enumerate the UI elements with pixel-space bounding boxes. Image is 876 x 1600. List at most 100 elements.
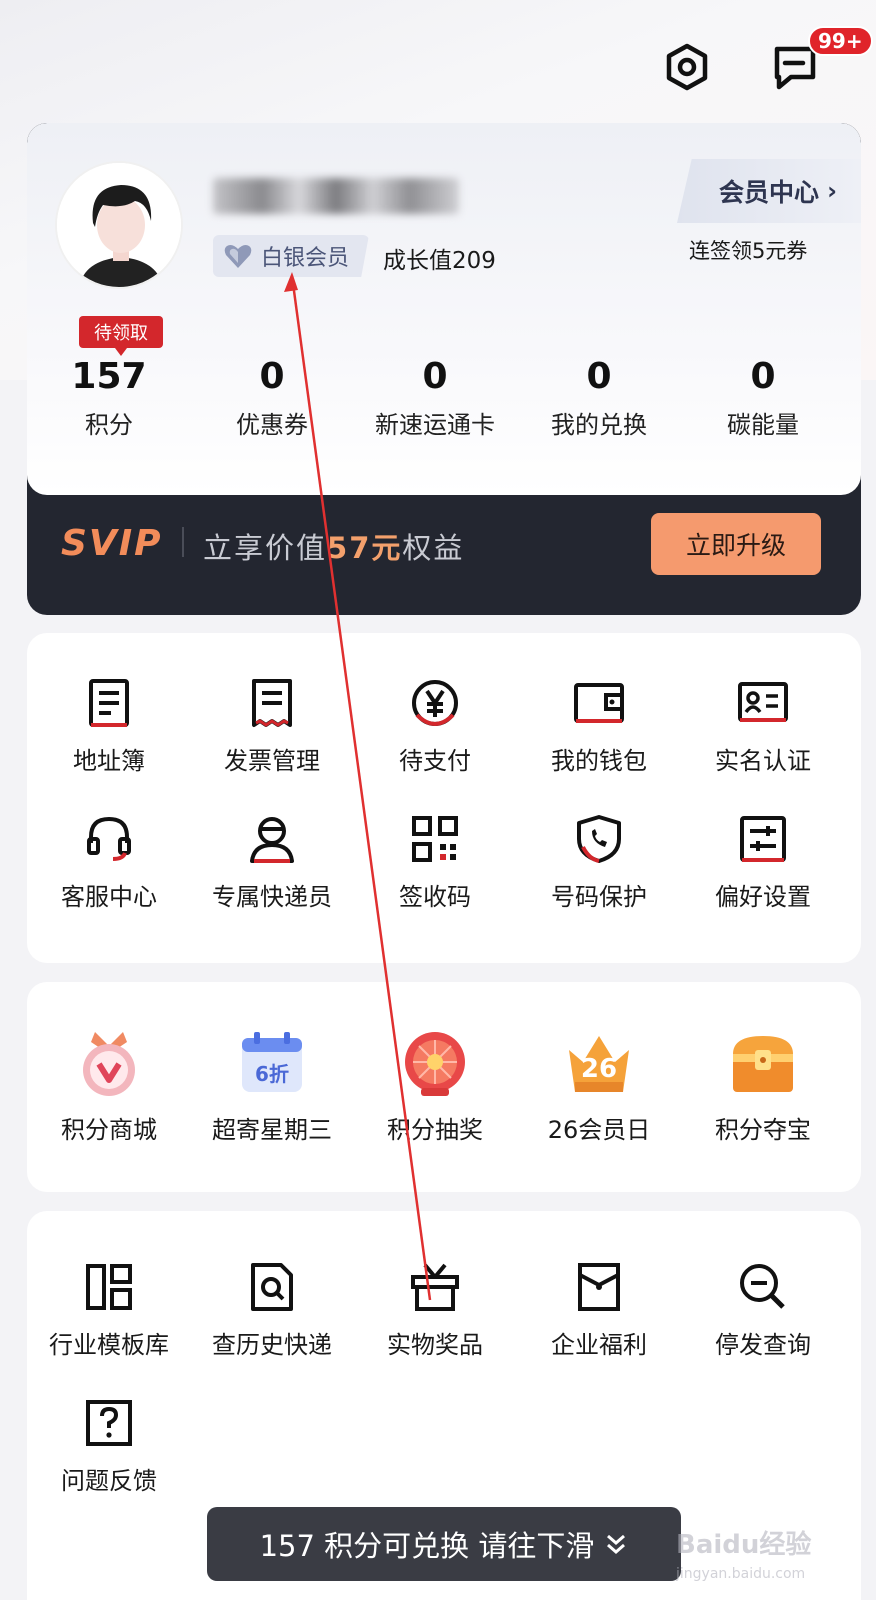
sign-in-promo[interactable]: 连签领5元券 — [689, 235, 807, 265]
points-treasure[interactable]: 积分夺宝 — [681, 1028, 845, 1145]
message-icon — [774, 46, 816, 90]
stat-label: 我的兑换 — [551, 411, 647, 439]
calendar-discount-icon: 6折 — [236, 1028, 308, 1100]
growth-value: 成长值209 — [383, 248, 496, 274]
stat-label: 优惠券 — [236, 411, 308, 439]
stat-value: 0 — [259, 356, 285, 397]
zoom-out-search-icon — [735, 1259, 791, 1315]
address-book-icon — [81, 675, 137, 731]
service-invoice[interactable]: 发票管理 — [190, 675, 354, 776]
nickname-blurred — [213, 178, 459, 214]
hint-text: 157 积分可兑换 请往下滑 — [259, 1529, 595, 1563]
stat-label: 积分 — [85, 411, 133, 439]
service-address-book[interactable]: 地址簿 — [27, 675, 191, 776]
service-real-name[interactable]: 实名认证 — [681, 675, 845, 776]
qr-code-icon — [407, 811, 463, 867]
svip-promo: 立享价值57元权益 — [203, 525, 464, 567]
double-chevron-down-icon — [607, 1534, 626, 1554]
watermark-url: jingyan.baidu.com — [676, 1566, 806, 1582]
invoice-icon — [244, 675, 300, 731]
points-mall-medal-icon — [73, 1028, 145, 1100]
headset-icon — [81, 811, 137, 867]
service-label: 号码保护 — [551, 883, 647, 911]
yen-icon — [407, 675, 463, 731]
service-label: 待支付 — [399, 747, 471, 775]
tool-template-library[interactable]: 行业模板库 — [27, 1259, 191, 1360]
crown-badge-text: 26 — [580, 1054, 618, 1084]
points-mall[interactable]: 积分商城 — [27, 1028, 191, 1145]
stat-value: 157 — [71, 356, 147, 397]
points-label: 超寄星期三 — [212, 1116, 332, 1144]
stat-coupons[interactable]: 0 优惠券 — [190, 353, 354, 440]
service-wallet[interactable]: 我的钱包 — [517, 675, 681, 776]
service-pending-payment[interactable]: 待支付 — [353, 675, 517, 776]
tool-label: 企业福利 — [551, 1331, 647, 1359]
settings-button[interactable] — [664, 42, 710, 92]
service-label: 专属快递员 — [212, 883, 332, 911]
service-number-protection[interactable]: 号码保护 — [517, 811, 681, 912]
super-wednesday[interactable]: 6折 超寄星期三 — [190, 1028, 354, 1145]
tool-feedback[interactable]: 问题反馈 — [27, 1395, 191, 1496]
points-label: 积分抽奖 — [387, 1116, 483, 1144]
silver-heart-icon — [224, 245, 252, 268]
stat-carbon-energy[interactable]: 0 碳能量 — [681, 353, 845, 440]
stat-label: 新速运通卡 — [375, 411, 495, 439]
watermark-logo: Baidu经验 — [676, 1530, 812, 1560]
stat-label: 碳能量 — [727, 411, 799, 439]
settings-hexagon-icon — [666, 43, 708, 91]
service-label: 发票管理 — [224, 747, 320, 775]
gift-box-icon — [407, 1259, 463, 1315]
svip-logo: SVIP — [61, 523, 163, 564]
calendar-badge-text: 6折 — [255, 1062, 289, 1086]
service-label: 客服中心 — [61, 883, 157, 911]
points-label: 积分商城 — [61, 1116, 157, 1144]
service-label: 地址簿 — [73, 747, 145, 775]
pending-claim-tag[interactable]: 待领取 — [79, 316, 163, 356]
message-badge: 99+ — [808, 26, 873, 56]
service-label: 偏好设置 — [715, 883, 811, 911]
member-info-panel: 白银会员 成长值209 会员中心 › 连签领5元券 待领取 157 积分 0 优… — [27, 123, 861, 495]
service-label: 签收码 — [399, 883, 471, 911]
upgrade-button[interactable]: 立即升级 — [651, 513, 821, 575]
points-exchange-hint-bar[interactable]: 157 积分可兑换 请往下滑 — [207, 1507, 681, 1581]
question-box-icon — [81, 1395, 137, 1451]
tool-label: 行业模板库 — [49, 1331, 169, 1359]
sliders-icon — [735, 811, 791, 867]
services-card: 地址簿 发票管理 待支付 我的钱包 实名认证 客服中心 专属快递员 签收码 号码… — [27, 633, 861, 963]
service-sign-code[interactable]: 签收码 — [353, 811, 517, 912]
service-courier[interactable]: 专属快递员 — [190, 811, 354, 912]
avatar[interactable] — [55, 161, 183, 289]
tool-label: 停发查询 — [715, 1331, 811, 1359]
service-customer-center[interactable]: 客服中心 — [27, 811, 191, 912]
tool-stop-delivery-query[interactable]: 停发查询 — [681, 1259, 845, 1360]
tool-label: 问题反馈 — [61, 1467, 157, 1495]
tool-physical-prize[interactable]: 实物奖品 — [353, 1259, 517, 1360]
service-preferences[interactable]: 偏好设置 — [681, 811, 845, 912]
member-center-label: 会员中心 — [719, 178, 820, 207]
svip-promo-amount: 57元 — [327, 531, 403, 565]
avatar-illustration — [57, 163, 181, 287]
svip-promo-suffix: 权益 — [402, 531, 465, 565]
tool-label: 实物奖品 — [387, 1331, 483, 1359]
stat-my-exchange[interactable]: 0 我的兑换 — [517, 353, 681, 440]
stat-points[interactable]: 157 积分 — [27, 353, 191, 440]
stat-express-card[interactable]: 0 新速运通卡 — [353, 353, 517, 440]
courier-icon — [244, 811, 300, 867]
points-card: 积分商城 6折 超寄星期三 积分抽奖 26 26会员日 积分夺宝 — [27, 982, 861, 1192]
svip-divider — [182, 527, 184, 557]
stat-value: 0 — [586, 356, 612, 397]
service-label: 我的钱包 — [551, 747, 647, 775]
phone-shield-icon — [571, 811, 627, 867]
tool-label: 查历史快递 — [212, 1331, 332, 1359]
tool-history-search[interactable]: 查历史快递 — [190, 1259, 354, 1360]
member-level-label: 白银会员 — [261, 246, 350, 271]
lottery-wheel-icon — [399, 1028, 471, 1100]
points-lottery[interactable]: 积分抽奖 — [353, 1028, 517, 1145]
member-level-badge[interactable]: 白银会员 — [213, 235, 369, 277]
tool-enterprise-welfare[interactable]: 企业福利 — [517, 1259, 681, 1360]
stat-value: 0 — [750, 356, 776, 397]
stat-value: 0 — [422, 356, 448, 397]
points-label: 26会员日 — [547, 1116, 651, 1144]
member-day-26[interactable]: 26 26会员日 — [517, 1028, 681, 1145]
member-center-button[interactable]: 会员中心 › — [677, 159, 861, 223]
